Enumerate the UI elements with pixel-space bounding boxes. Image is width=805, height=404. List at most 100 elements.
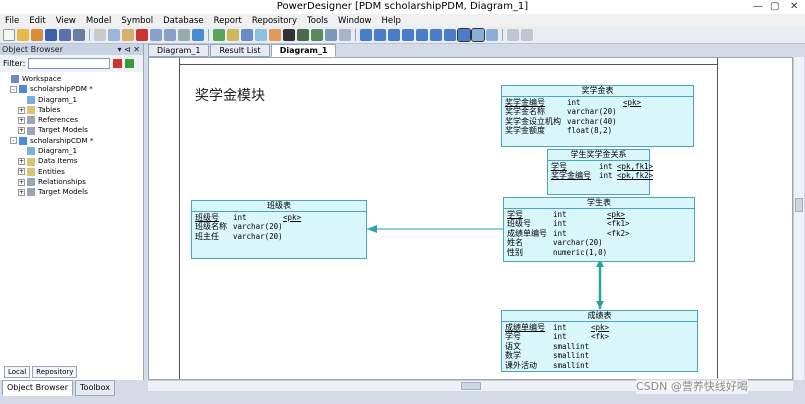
tree-item[interactable]: + Tables	[2, 105, 143, 115]
toggle-icon[interactable]	[486, 29, 498, 41]
model-icon[interactable]	[192, 29, 204, 41]
vertical-scroll-thumb[interactable]	[795, 198, 803, 212]
menu-file[interactable]: File	[0, 16, 24, 26]
panel-controls[interactable]: ▾ ⊲ ✕	[117, 44, 140, 55]
entity-attribute-row[interactable]: 数学 smallint	[505, 351, 694, 360]
grid-icon[interactable]	[241, 29, 253, 41]
save-all-icon[interactable]	[59, 29, 71, 41]
entity-attribute-row[interactable]: 学号 int <pk,fk1>	[551, 162, 653, 171]
entity-attribute-row[interactable]: 语文 smallint	[505, 342, 694, 351]
tree-item[interactable]: + Entities	[2, 167, 143, 177]
entity-attribute-row[interactable]: 姓名 varchar(20)	[507, 238, 691, 247]
format-icon[interactable]	[269, 29, 281, 41]
menu-edit[interactable]: Edit	[24, 16, 50, 26]
tree-item[interactable]: + Relationships	[2, 177, 143, 187]
view-icon[interactable]	[360, 29, 372, 41]
filter-input[interactable]	[28, 58, 111, 69]
entity-attribute-row[interactable]: 班主任 varchar(20)	[195, 232, 363, 241]
entity-attribute-row[interactable]: 班级号 int <pk>	[195, 213, 363, 222]
arrange-icon[interactable]	[339, 29, 351, 41]
properties-icon[interactable]	[255, 29, 267, 41]
diagram-canvas[interactable]: 奖学金模块 奖学金表 奖学金编号 int <pk> 奖学金名称 varchar(20) 奖…	[148, 57, 793, 380]
open-workspace-icon[interactable]	[31, 29, 43, 41]
entity-student[interactable]: 学生表 学号 int <pk> 班级号 int <fk1> 成绩单编号 int <fk2> 姓名 v…	[503, 197, 695, 262]
view-icon[interactable]	[374, 29, 386, 41]
menu-database[interactable]: Database	[158, 16, 209, 26]
check-model-icon[interactable]	[213, 29, 225, 41]
print-preview-icon[interactable]	[507, 29, 519, 41]
tree-expander[interactable]: +	[18, 168, 25, 176]
export-icon[interactable]	[521, 29, 533, 41]
tree-expander[interactable]: +	[18, 127, 25, 135]
menu-view[interactable]: View	[51, 16, 81, 26]
menu-symbol[interactable]: Symbol	[116, 16, 158, 26]
vertical-scrollbar[interactable]	[793, 57, 804, 380]
entity-attribute-row[interactable]: 课外活动 smallint	[505, 361, 694, 370]
tree-expander[interactable]: -	[10, 137, 17, 145]
menu-report[interactable]: Report	[209, 16, 247, 26]
tree-item[interactable]: Workspace	[2, 74, 143, 84]
new-icon[interactable]	[3, 29, 15, 41]
view-icon[interactable]	[388, 29, 400, 41]
tab-local[interactable]: Local	[4, 366, 31, 378]
cut-icon[interactable]	[94, 29, 106, 41]
entity-student-scholarship-relation[interactable]: 学生奖学金关系 学号 int <pk,fk1> 奖学金编号 int <pk,fk2>	[547, 149, 653, 195]
tab-object-browser[interactable]: Object Browser	[2, 380, 74, 396]
redo-icon[interactable]	[164, 29, 176, 41]
entity-attribute-row[interactable]: 成绩单编号 int <pk>	[505, 323, 694, 332]
copy-icon[interactable]	[108, 29, 120, 41]
pointer-icon[interactable]	[457, 28, 471, 42]
entity-attribute-row[interactable]: 奖学金名称 varchar(20)	[505, 107, 690, 116]
entity-attribute-row[interactable]: 奖学金编号 int <pk,fk2>	[551, 171, 653, 180]
refresh-icon[interactable]	[178, 29, 190, 41]
open-icon[interactable]	[17, 29, 29, 41]
align-icon[interactable]	[325, 29, 337, 41]
apply-filter-icon[interactable]	[125, 59, 135, 68]
delete-icon[interactable]	[136, 29, 148, 41]
entity-class[interactable]: 班级表 班级号 int <pk> 班级名称 varchar(20) 班主任 varchar(…	[191, 200, 367, 259]
tree-item[interactable]: + Target Models	[2, 125, 143, 135]
tree-item[interactable]: + Target Models	[2, 187, 143, 197]
layout-icon[interactable]	[311, 29, 323, 41]
entity-attribute-row[interactable]: 成绩单编号 int <fk2>	[507, 229, 691, 238]
entity-attribute-row[interactable]: 性别 numeric(1,0)	[507, 248, 691, 257]
menu-model[interactable]: Model	[81, 16, 117, 26]
entity-grades[interactable]: 成绩表 成绩单编号 int <pk> 学号 int <fk> 语文 smallint 数学 sma…	[501, 310, 698, 372]
save-icon[interactable]	[45, 29, 57, 41]
view-icon[interactable]	[402, 29, 414, 41]
tree-expander[interactable]: +	[18, 116, 25, 124]
entity-attribute-row[interactable]: 奖学金设立机构 varchar(40)	[505, 117, 690, 126]
menu-help[interactable]: Help	[377, 16, 406, 26]
tab-toolbox[interactable]: Toolbox	[75, 380, 116, 396]
entity-attribute-row[interactable]: 班级号 int <fk1>	[507, 219, 691, 228]
tree-expander[interactable]: +	[18, 106, 25, 114]
view-icon[interactable]	[430, 29, 442, 41]
tree-item[interactable]: Diagram_1	[2, 95, 143, 105]
minimize-button[interactable]: —	[753, 0, 763, 14]
menu-window[interactable]: Window	[333, 16, 377, 26]
tree-expander[interactable]: -	[10, 85, 17, 93]
view-icon[interactable]	[416, 29, 428, 41]
close-button[interactable]: ✕	[790, 0, 798, 14]
tab-result-list[interactable]: Result List	[210, 44, 270, 57]
paste-icon[interactable]	[122, 29, 134, 41]
entity-attribute-row[interactable]: 奖学金额度 float(8,2)	[505, 126, 690, 135]
tree-item[interactable]: + Data Items	[2, 156, 143, 166]
view-icon[interactable]	[444, 29, 456, 41]
tab-diagram-pdm[interactable]: Diagram_1	[270, 44, 337, 57]
print-icon[interactable]	[73, 29, 85, 41]
font-icon[interactable]	[283, 29, 295, 41]
menu-tools[interactable]: Tools	[302, 16, 333, 26]
tree-expander[interactable]: +	[18, 158, 25, 166]
tab-diagram-cdm[interactable]: Diagram_1	[148, 44, 210, 57]
clear-filter-icon[interactable]	[113, 59, 123, 68]
tree-item[interactable]: - scholarshipPDM *	[2, 84, 143, 94]
text-icon[interactable]	[297, 29, 309, 41]
entity-attribute-row[interactable]: 奖学金编号 int <pk>	[505, 98, 690, 107]
maximize-button[interactable]: ▢	[770, 0, 779, 14]
tree-expander[interactable]: +	[18, 178, 25, 186]
tree-item[interactable]: + References	[2, 115, 143, 125]
tree-item[interactable]: - scholarshipCDM *	[2, 136, 143, 146]
find-icon[interactable]	[227, 29, 239, 41]
horizontal-scroll-thumb[interactable]	[461, 382, 481, 390]
